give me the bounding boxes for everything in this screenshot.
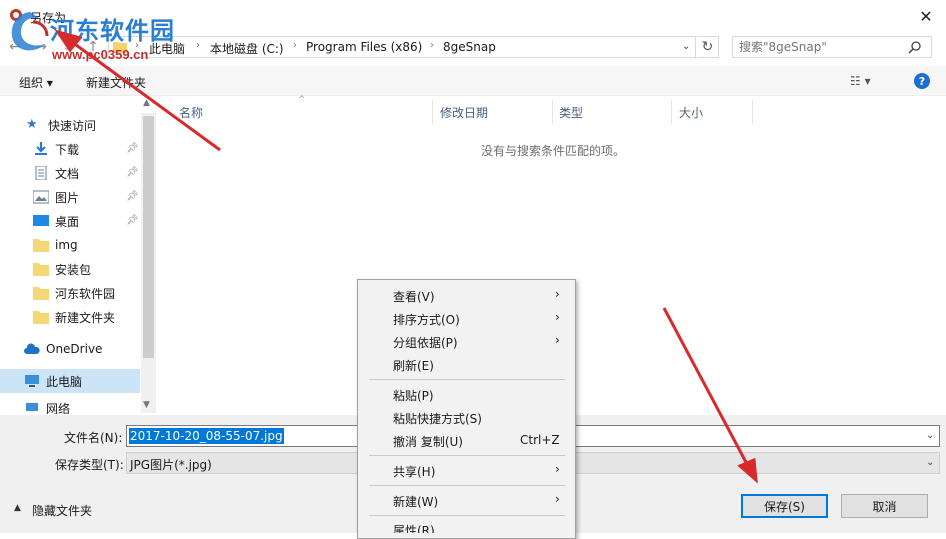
picture-icon	[33, 190, 49, 204]
cloud-icon	[24, 343, 40, 354]
refresh-button[interactable]: ↻	[697, 36, 719, 58]
column-divider[interactable]	[552, 100, 553, 124]
column-header-size[interactable]: 大小	[679, 104, 703, 121]
computer-icon	[25, 375, 39, 387]
menu-item-undo-copy[interactable]: 撤消 复制(U)	[393, 433, 463, 450]
submenu-arrow-icon: ›	[555, 333, 560, 347]
nav-item-label: 新建文件夹	[55, 310, 116, 325]
folder-icon	[33, 287, 49, 300]
submenu-arrow-icon: ›	[555, 287, 560, 301]
menu-separator	[369, 515, 565, 516]
nav-item-label: OneDrive	[46, 342, 103, 356]
watermark-logo	[11, 12, 49, 51]
nav-item-label: img	[55, 238, 78, 252]
hide-folders-toggle[interactable]: 隐藏文件夹	[32, 502, 92, 519]
menu-item-refresh[interactable]: 刷新(E)	[393, 357, 434, 374]
address-dropdown-icon[interactable]: ⌄	[682, 41, 690, 52]
filename-value: 2017-10-20_08-55-07.jpg	[129, 428, 284, 444]
nav-scrollbar-thumb[interactable]	[143, 116, 154, 358]
nav-item-label: 图片	[55, 190, 80, 205]
breadcrumb-separator-icon: ›	[196, 40, 200, 51]
network-icon	[26, 403, 38, 411]
watermark-url: www.pc0359.cn	[52, 47, 149, 62]
pin-icon[interactable]: 📌︎	[126, 215, 139, 226]
caret-up-icon[interactable]: ▲	[14, 503, 21, 513]
empty-message: 没有与搜索条件匹配的项。	[481, 144, 626, 158]
filetype-label: 保存类型(T):	[55, 458, 124, 472]
breadcrumb-program-files[interactable]: Program Files (x86)	[306, 40, 422, 54]
filename-label: 文件名(N):	[64, 431, 123, 445]
submenu-arrow-icon: ›	[555, 462, 560, 476]
pin-icon[interactable]: 📌︎	[126, 167, 139, 178]
organize-button[interactable]: 组织 ▾	[19, 74, 53, 91]
column-divider[interactable]	[432, 100, 433, 124]
folder-icon	[33, 239, 49, 252]
context-menu	[357, 279, 576, 539]
pin-icon[interactable]: 📌︎	[126, 191, 139, 202]
save-button[interactable]: 保存(S)	[741, 494, 828, 518]
download-icon	[35, 142, 47, 155]
nav-item-label: 此电脑	[46, 374, 83, 389]
help-icon[interactable]: ?	[914, 73, 930, 89]
breadcrumb-separator-icon: ›	[430, 40, 434, 51]
scroll-down-icon[interactable]: ▼	[143, 400, 150, 410]
cancel-button[interactable]: 取消	[841, 494, 928, 518]
search-input[interactable]	[739, 40, 899, 54]
breadcrumb-8gesnap[interactable]: 8geSnap	[443, 40, 496, 54]
column-header-name[interactable]: 名称	[179, 104, 203, 121]
search-box[interactable]	[732, 36, 932, 58]
filetype-dropdown-icon[interactable]: ⌄	[926, 457, 934, 468]
menu-item-group-by[interactable]: 分组依据(P)	[393, 334, 458, 351]
menu-item-sort-by[interactable]: 排序方式(O)	[393, 311, 460, 328]
watermark-text: 河东软件园	[50, 16, 175, 45]
filename-dropdown-icon[interactable]: ⌄	[926, 430, 934, 441]
close-button[interactable]: ✕	[906, 0, 946, 32]
menu-shortcut: Ctrl+Z	[520, 433, 560, 447]
folder-icon	[33, 263, 49, 276]
submenu-arrow-icon: ›	[555, 310, 560, 324]
column-header-type[interactable]: 类型	[559, 104, 583, 121]
new-folder-button[interactable]: 新建文件夹	[86, 74, 146, 91]
filetype-value: JPG图片(*.jpg)	[130, 458, 212, 472]
nav-item-label: 安装包	[55, 262, 92, 277]
menu-separator	[369, 455, 565, 456]
breadcrumb-separator-icon: ›	[293, 40, 297, 51]
nav-item-label: 桌面	[55, 214, 80, 229]
nav-item-label: 文档	[55, 166, 80, 181]
view-options-button[interactable]: ☷ ▾	[850, 74, 871, 88]
nav-item-label: 快速访问	[48, 118, 97, 133]
menu-separator	[369, 485, 565, 486]
star-icon: ★	[26, 117, 38, 132]
menu-item-paste-shortcut[interactable]: 粘贴快捷方式(S)	[393, 410, 482, 427]
menu-item-view[interactable]: 查看(V)	[393, 288, 435, 305]
submenu-arrow-icon: ›	[555, 492, 560, 506]
nav-item-label: 下载	[55, 142, 80, 157]
folder-icon	[33, 311, 49, 324]
document-icon	[35, 166, 47, 180]
column-header-modified[interactable]: 修改日期	[440, 104, 488, 121]
menu-item-new[interactable]: 新建(W)	[393, 493, 438, 510]
nav-item-label: 网络	[46, 402, 71, 414]
scroll-up-icon[interactable]: ▲	[143, 98, 150, 108]
menu-item-share[interactable]: 共享(H)	[393, 463, 435, 480]
search-icon[interactable]	[908, 40, 922, 54]
menu-item-paste[interactable]: 粘贴(P)	[393, 387, 434, 404]
nav-item-label: 河东软件园	[55, 286, 116, 301]
pin-icon[interactable]: 📌︎	[126, 143, 139, 154]
sort-ascending-icon: ^	[298, 95, 306, 105]
menu-separator	[369, 379, 565, 380]
column-divider[interactable]	[752, 100, 753, 124]
breadcrumb-local-disk[interactable]: 本地磁盘 (C:)	[210, 40, 284, 57]
desktop-icon	[33, 215, 49, 226]
column-divider[interactable]	[671, 100, 672, 124]
menu-item-properties[interactable]: 属性(R)	[393, 522, 435, 533]
